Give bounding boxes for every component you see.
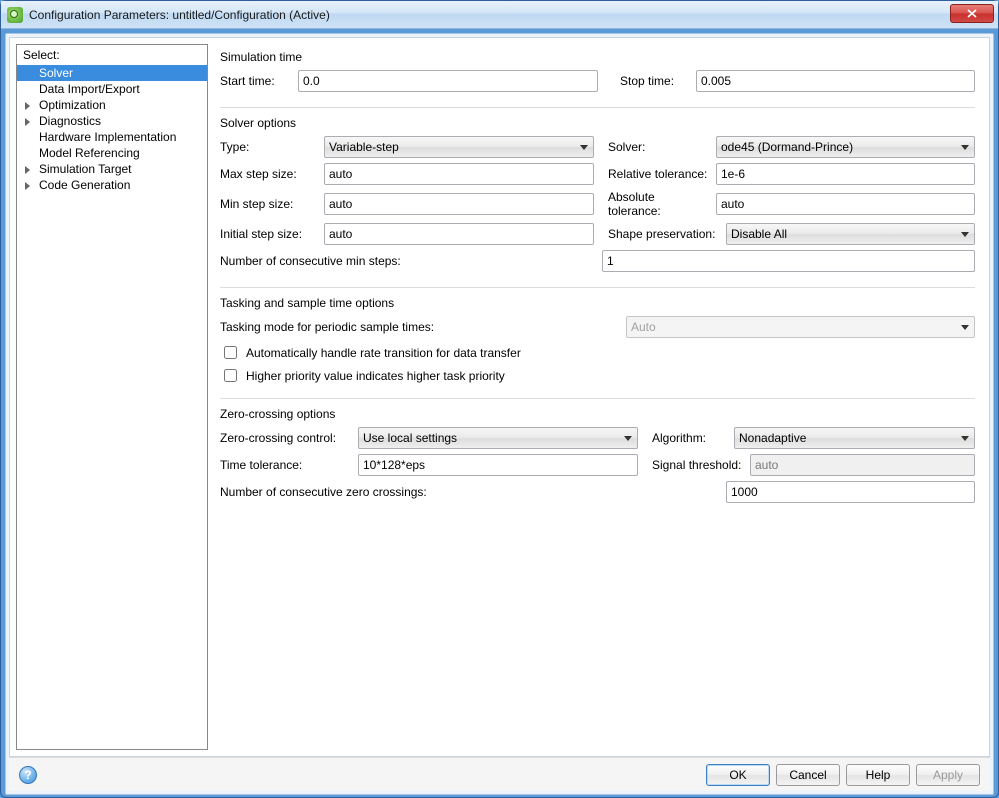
auto-rate-checkbox-row[interactable]: Automatically handle rate transition for… bbox=[220, 343, 975, 362]
help-button[interactable]: Help bbox=[846, 764, 910, 786]
sidebar-item-label: Optimization bbox=[39, 98, 106, 112]
abs-tol-label: Absolute tolerance: bbox=[608, 190, 710, 218]
auto-rate-checkbox[interactable] bbox=[224, 346, 237, 359]
stop-time-input[interactable] bbox=[696, 70, 975, 92]
rel-tol-input[interactable] bbox=[716, 163, 975, 185]
sidebar-item-label: Simulation Target bbox=[39, 162, 132, 176]
group-solver-options: Solver options Type: Variable-step Solve… bbox=[220, 116, 975, 288]
time-tol-input[interactable] bbox=[358, 454, 638, 476]
sig-thresh-input bbox=[750, 454, 975, 476]
tasking-mode-select: Auto bbox=[626, 316, 975, 338]
sidebar-item-label: Diagnostics bbox=[39, 114, 101, 128]
group-title: Tasking and sample time options bbox=[220, 296, 975, 310]
start-time-label: Start time: bbox=[220, 74, 292, 88]
sidebar-item-label: Hardware Implementation bbox=[39, 130, 176, 144]
close-button[interactable] bbox=[950, 4, 994, 23]
zc-consec-input[interactable] bbox=[726, 481, 975, 503]
cancel-button[interactable]: Cancel bbox=[776, 764, 840, 786]
close-icon bbox=[967, 9, 977, 18]
sidebar-item-code-generation[interactable]: Code Generation bbox=[17, 177, 207, 193]
sidebar-item-label: Solver bbox=[39, 66, 73, 80]
content-area: Select: Solver Data Import/Export Optimi… bbox=[9, 37, 990, 757]
type-label: Type: bbox=[220, 140, 318, 154]
group-title: Zero-crossing options bbox=[220, 407, 975, 421]
apply-button[interactable]: Apply bbox=[916, 764, 980, 786]
sidebar-item-diagnostics[interactable]: Diagnostics bbox=[17, 113, 207, 129]
sidebar-item-data-import-export[interactable]: Data Import/Export bbox=[17, 81, 207, 97]
group-tasking: Tasking and sample time options Tasking … bbox=[220, 296, 975, 399]
sig-thresh-label: Signal threshold: bbox=[652, 458, 744, 472]
window-title: Configuration Parameters: untitled/Confi… bbox=[29, 8, 330, 22]
group-title: Solver options bbox=[220, 116, 975, 130]
solver-select[interactable]: ode45 (Dormand-Prince) bbox=[716, 136, 975, 158]
app-icon bbox=[7, 7, 23, 23]
titlebar[interactable]: Configuration Parameters: untitled/Confi… bbox=[1, 1, 998, 29]
min-step-input[interactable] bbox=[324, 193, 594, 215]
sidebar-item-hardware-implementation[interactable]: Hardware Implementation bbox=[17, 129, 207, 145]
sidebar-item-label: Model Referencing bbox=[39, 146, 140, 160]
consec-min-input[interactable] bbox=[602, 250, 975, 272]
group-title: Simulation time bbox=[220, 50, 975, 64]
sidebar-header: Select: bbox=[17, 45, 207, 65]
max-step-input[interactable] bbox=[324, 163, 594, 185]
tasking-mode-label: Tasking mode for periodic sample times: bbox=[220, 320, 620, 334]
priority-checkbox-row[interactable]: Higher priority value indicates higher t… bbox=[220, 366, 975, 385]
type-select[interactable]: Variable-step bbox=[324, 136, 594, 158]
sidebar-item-simulation-target[interactable]: Simulation Target bbox=[17, 161, 207, 177]
sidebar-item-solver[interactable]: Solver bbox=[17, 65, 207, 81]
group-zero-crossing: Zero-crossing options Zero-crossing cont… bbox=[220, 407, 975, 518]
button-bar: ? OK Cancel Help Apply bbox=[9, 757, 990, 791]
zc-control-label: Zero-crossing control: bbox=[220, 431, 352, 445]
window-body: Select: Solver Data Import/Export Optimi… bbox=[5, 33, 994, 795]
time-tol-label: Time tolerance: bbox=[220, 458, 352, 472]
group-simulation-time: Simulation time Start time: Stop time: bbox=[220, 50, 975, 108]
zc-control-select[interactable]: Use local settings bbox=[358, 427, 638, 449]
shape-select[interactable]: Disable All bbox=[726, 223, 975, 245]
init-step-label: Initial step size: bbox=[220, 227, 318, 241]
abs-tol-input[interactable] bbox=[716, 193, 975, 215]
min-step-label: Min step size: bbox=[220, 197, 318, 211]
max-step-label: Max step size: bbox=[220, 167, 318, 181]
help-icon[interactable]: ? bbox=[19, 766, 37, 784]
stop-time-label: Stop time: bbox=[620, 74, 690, 88]
priority-label: Higher priority value indicates higher t… bbox=[246, 369, 505, 383]
ok-button[interactable]: OK bbox=[706, 764, 770, 786]
solver-label: Solver: bbox=[608, 140, 710, 154]
sidebar[interactable]: Select: Solver Data Import/Export Optimi… bbox=[16, 44, 208, 750]
start-time-input[interactable] bbox=[298, 70, 598, 92]
sidebar-item-label: Code Generation bbox=[39, 178, 130, 192]
zc-algo-select[interactable]: Nonadaptive bbox=[734, 427, 975, 449]
sidebar-item-optimization[interactable]: Optimization bbox=[17, 97, 207, 113]
sidebar-item-label: Data Import/Export bbox=[39, 82, 140, 96]
init-step-input[interactable] bbox=[324, 223, 594, 245]
consec-min-label: Number of consecutive min steps: bbox=[220, 254, 596, 268]
shape-label: Shape preservation: bbox=[608, 227, 720, 241]
priority-checkbox[interactable] bbox=[224, 369, 237, 382]
sidebar-item-model-referencing[interactable]: Model Referencing bbox=[17, 145, 207, 161]
auto-rate-label: Automatically handle rate transition for… bbox=[246, 346, 521, 360]
main-panel: Simulation time Start time: Stop time: S… bbox=[214, 38, 989, 756]
rel-tol-label: Relative tolerance: bbox=[608, 167, 710, 181]
zc-algo-label: Algorithm: bbox=[652, 431, 728, 445]
zc-consec-label: Number of consecutive zero crossings: bbox=[220, 485, 720, 499]
